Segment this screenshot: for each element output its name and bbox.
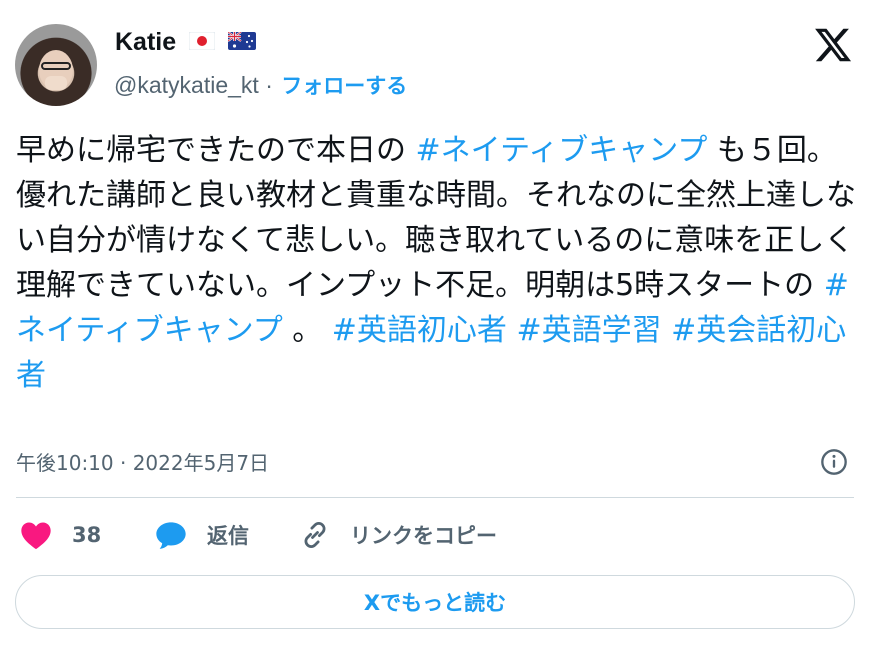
hashtag-link[interactable]: #ネイティブキャンプ — [416, 133, 708, 168]
author-name[interactable]: Katie — [115, 28, 176, 56]
author-handle-row: @katykatie_kt · フォローする — [114, 70, 407, 100]
divider — [16, 497, 854, 498]
read-more-button[interactable]: Xでもっと読む — [15, 575, 855, 629]
avatar-glasses — [41, 62, 71, 70]
author-handle[interactable]: @katykatie_kt — [114, 72, 259, 98]
tweet-timestamp[interactable]: 午後10:10 · 2022年5月7日 — [16, 447, 269, 476]
tweet-text: 早めに帰宅できたので本日の #ネイティブキャンプ も５回。優れた講師と良い教材と… — [16, 128, 856, 398]
info-icon[interactable] — [820, 448, 848, 476]
avatar-hand — [45, 76, 67, 90]
copy-link-label: リンクをコピー — [350, 524, 497, 548]
reply-bubble-icon — [156, 522, 186, 549]
tweet-text-segment — [662, 313, 672, 348]
author-name-row[interactable]: Katie — [115, 28, 257, 57]
x-logo-icon[interactable] — [812, 25, 854, 65]
tweet-text-segment: 早めに帰宅できたので本日の — [16, 133, 416, 168]
avatar[interactable] — [15, 24, 97, 106]
heart-icon — [21, 522, 51, 550]
like-count: 38 — [72, 523, 102, 547]
link-icon — [304, 522, 326, 548]
hashtag-link[interactable]: #英語学習 — [516, 313, 661, 348]
japan-flag-icon — [189, 32, 216, 51]
read-more-label: Xでもっと読む — [363, 591, 507, 615]
like-button[interactable]: 38 — [20, 518, 101, 552]
hashtag-link[interactable]: #英語初心者 — [332, 313, 507, 348]
reply-label: 返信 — [207, 524, 249, 548]
separator-dot: · — [265, 72, 273, 98]
reply-button[interactable]: 返信 — [155, 518, 249, 552]
follow-button[interactable]: フォローする — [281, 74, 407, 98]
australia-flag-icon — [228, 32, 257, 51]
copy-link-button[interactable]: リンクをコピー — [300, 518, 497, 552]
tweet-text-segment: 。 — [282, 313, 332, 348]
